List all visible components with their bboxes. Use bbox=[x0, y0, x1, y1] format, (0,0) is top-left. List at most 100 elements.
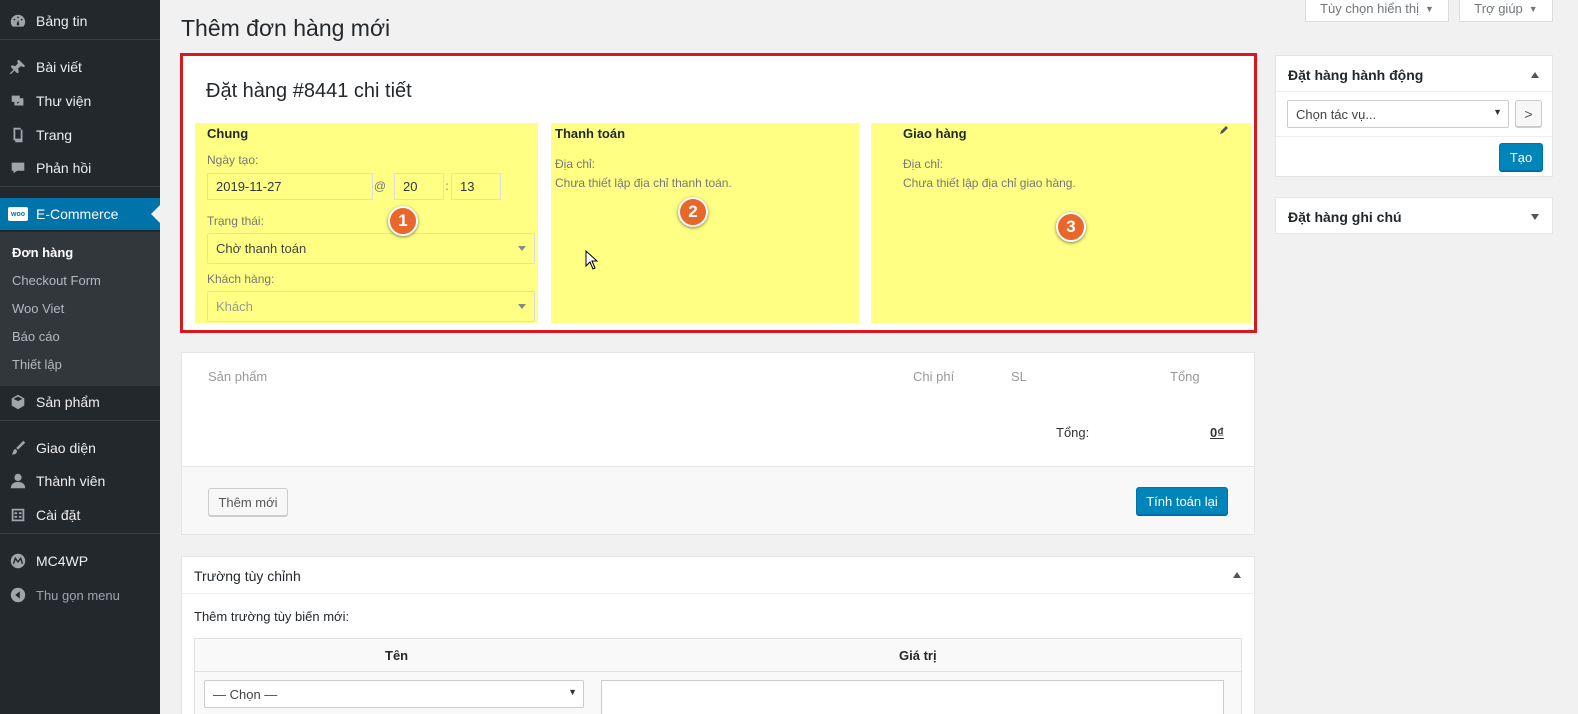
submenu-item-orders[interactable]: Đơn hàng bbox=[12, 245, 73, 260]
woo-icon: woo bbox=[0, 207, 36, 221]
billing-address-label: Địa chỉ: bbox=[555, 157, 596, 171]
apply-action-button[interactable]: > bbox=[1515, 100, 1542, 127]
help-button[interactable]: Trợ giúp ▼ bbox=[1459, 0, 1553, 22]
caret-down-icon: ▼ bbox=[1528, 3, 1538, 14]
caret-down-icon: ▼ bbox=[568, 687, 577, 697]
sidebar-item-mc4wp[interactable]: MC4WP bbox=[0, 545, 160, 577]
sidebar-item-appearance[interactable]: Giao diện bbox=[0, 432, 160, 464]
divider bbox=[1276, 136, 1552, 137]
dashboard-icon bbox=[0, 12, 36, 30]
col-name-header: Tên bbox=[385, 648, 409, 663]
add-custom-field-label: Thêm trường tùy biến mới: bbox=[194, 609, 350, 624]
sidebar-separator bbox=[0, 39, 160, 40]
minute-input[interactable]: 13 bbox=[451, 173, 501, 200]
order-total-value: 0₫ bbox=[1210, 425, 1224, 440]
col-value-header: Giá trị bbox=[899, 648, 937, 663]
order-actions-box: Đặt hàng hành động Chọn tác vụ... ▼ > Tạ… bbox=[1275, 55, 1553, 177]
caret-down-icon bbox=[518, 246, 526, 251]
date-created-label: Ngày tạo: bbox=[207, 153, 259, 167]
sidebar-item-label: MC4WP bbox=[36, 553, 89, 569]
shipping-address-label: Địa chỉ: bbox=[903, 157, 944, 171]
custom-field-value-textarea[interactable] bbox=[601, 680, 1224, 714]
callout-badge-1: 1 bbox=[388, 206, 418, 236]
collapse-icon bbox=[0, 586, 36, 604]
create-order-button[interactable]: Tạo bbox=[1499, 143, 1543, 171]
billing-address-text: Chưa thiết lập địa chỉ thanh toán. bbox=[555, 176, 732, 190]
order-action-select[interactable]: Chọn tác vụ... ▼ bbox=[1287, 100, 1509, 128]
sidebar-item-users[interactable]: Thành viên bbox=[0, 465, 160, 497]
order-total-label: Tổng: bbox=[1056, 425, 1090, 440]
sidebar-collapse-menu[interactable]: Thu gọn menu bbox=[0, 579, 160, 611]
sidebar-separator bbox=[0, 420, 160, 421]
sidebar-item-ecommerce[interactable]: woo E-Commerce bbox=[0, 198, 160, 230]
billing-title: Thanh toán bbox=[555, 126, 626, 141]
media-icon bbox=[0, 92, 36, 110]
sidebar-item-label: Cài đặt bbox=[36, 507, 81, 523]
expand-down-icon[interactable] bbox=[1531, 214, 1539, 220]
sidebar-item-label: Thành viên bbox=[36, 473, 106, 489]
custom-field-name-select[interactable]: — Chọn — ▼ bbox=[204, 680, 584, 708]
order-heading: Đặt hàng #8441 chi tiết bbox=[206, 80, 412, 102]
at-separator: @ bbox=[373, 179, 387, 193]
page-title: Thêm đơn hàng mới bbox=[181, 15, 391, 41]
custom-fields-table-header: Tên Giá trị bbox=[194, 638, 1242, 672]
mc4wp-icon bbox=[0, 552, 36, 570]
submenu-item-reports[interactable]: Báo cáo bbox=[12, 329, 60, 344]
status-select[interactable]: Chờ thanh toán bbox=[207, 233, 535, 264]
comment-icon bbox=[0, 159, 36, 177]
sidebar-item-pages[interactable]: Trang bbox=[0, 119, 160, 151]
box-icon bbox=[0, 393, 36, 411]
sidebar-item-posts[interactable]: Bài viết bbox=[0, 51, 160, 83]
sidebar-item-label: Bài viết bbox=[36, 59, 82, 75]
settings-icon bbox=[0, 506, 36, 524]
caret-down-icon: ▼ bbox=[1493, 107, 1502, 117]
order-notes-box: Đặt hàng ghi chú bbox=[1275, 197, 1553, 234]
page-icon bbox=[0, 126, 36, 144]
caret-down-icon bbox=[518, 304, 526, 309]
divider bbox=[182, 593, 1254, 594]
brush-icon bbox=[0, 439, 36, 457]
col-qty-header: SL bbox=[1011, 369, 1027, 384]
collapse-up-icon[interactable] bbox=[1233, 572, 1241, 578]
sidebar-item-products[interactable]: Sản phẩm bbox=[0, 386, 160, 418]
shipping-title: Giao hàng bbox=[903, 126, 967, 141]
billing-column: Thanh toán Địa chỉ: Chưa thiết lập địa c… bbox=[551, 123, 859, 323]
ecommerce-submenu: Đơn hàng Checkout Form Woo Viet Báo cáo … bbox=[0, 232, 160, 386]
divider bbox=[1276, 91, 1552, 92]
sidebar-item-label: Bảng tin bbox=[36, 13, 88, 29]
sidebar-item-label: Phản hồi bbox=[36, 160, 92, 176]
customer-select[interactable]: Khách bbox=[207, 291, 535, 322]
screen-options-button[interactable]: Tùy chọn hiển thị ▼ bbox=[1305, 0, 1449, 22]
custom-fields-box: Trường tùy chỉnh Thêm trường tùy biến mớ… bbox=[181, 556, 1255, 714]
add-item-button[interactable]: Thêm mới bbox=[208, 488, 288, 516]
shipping-address-text: Chưa thiết lập địa chỉ giao hàng. bbox=[903, 176, 1076, 190]
collapse-up-icon[interactable] bbox=[1531, 72, 1539, 78]
edit-shipping-icon[interactable] bbox=[1219, 125, 1229, 135]
sidebar-separator bbox=[0, 186, 160, 187]
callout-badge-3: 3 bbox=[1056, 212, 1086, 242]
sidebar-item-label: Thư viện bbox=[36, 93, 92, 109]
date-created-input[interactable]: 2019-11-27 bbox=[207, 173, 373, 200]
status-label: Trạng thái: bbox=[207, 214, 264, 228]
submenu-item-woo-viet[interactable]: Woo Viet bbox=[12, 301, 64, 316]
general-title: Chung bbox=[207, 126, 249, 141]
sidebar-item-dashboard[interactable]: Bảng tin bbox=[0, 5, 160, 37]
col-cost-header: Chi phí bbox=[913, 369, 955, 384]
order-items-box: Sản phẩm Chi phí SL Tổng Tổng: 0₫ Thêm m… bbox=[181, 352, 1255, 535]
submenu-item-settings[interactable]: Thiết lập bbox=[12, 357, 62, 372]
items-actions-bar: Thêm mới Tính toán lại bbox=[182, 466, 1254, 534]
sidebar-item-label: Giao diện bbox=[36, 440, 96, 456]
sidebar-item-label: Trang bbox=[36, 127, 73, 143]
hour-input[interactable]: 20 bbox=[394, 173, 444, 200]
custom-fields-title: Trường tùy chỉnh bbox=[194, 568, 301, 584]
recalculate-button[interactable]: Tính toán lại bbox=[1136, 487, 1228, 515]
order-notes-title: Đặt hàng ghi chú bbox=[1288, 209, 1402, 225]
sidebar-item-settings[interactable]: Cài đặt bbox=[0, 499, 160, 531]
submenu-item-checkout-form[interactable]: Checkout Form bbox=[12, 273, 101, 288]
callout-badge-2: 2 bbox=[678, 197, 708, 227]
sidebar-item-label: E-Commerce bbox=[36, 206, 119, 222]
sidebar-item-media[interactable]: Thư viện bbox=[0, 85, 160, 117]
sidebar-item-label: Thu gọn menu bbox=[36, 587, 120, 603]
sidebar-item-comments[interactable]: Phản hồi bbox=[0, 152, 160, 184]
sidebar-item-label: Sản phẩm bbox=[36, 394, 100, 410]
